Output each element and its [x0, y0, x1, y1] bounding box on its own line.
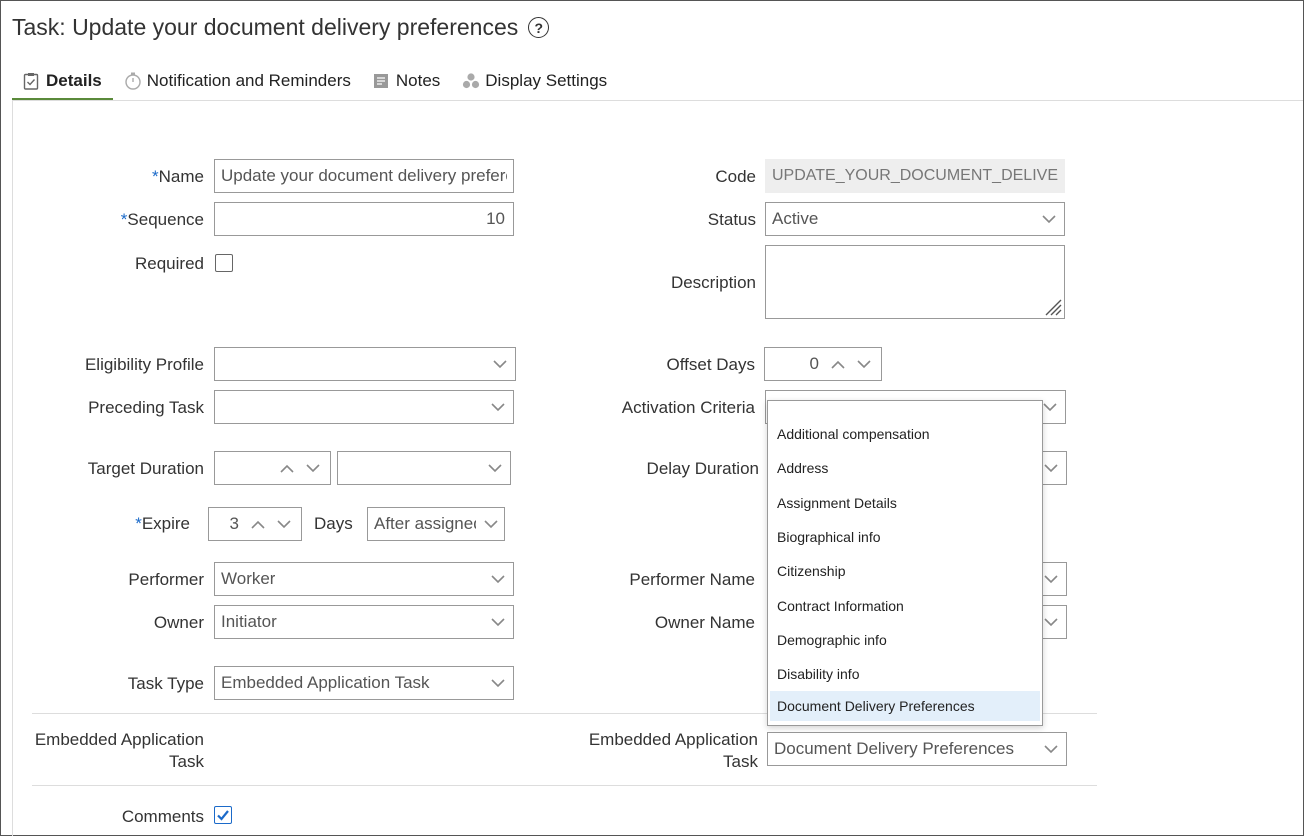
code-field: UPDATE_YOUR_DOCUMENT_DELIVERY [765, 159, 1065, 193]
chevron-down-icon [489, 570, 507, 588]
name-label: *Name [152, 167, 204, 186]
comments-label: Comments [121, 807, 204, 826]
content-border [12, 101, 13, 836]
help-icon[interactable]: ? [528, 17, 550, 38]
list-item[interactable]: Biographical info [768, 520, 1042, 554]
tab-notes[interactable]: Notes [362, 62, 451, 100]
chevron-down-icon [482, 515, 500, 533]
embedded-application-task-label: Embedded Application Task [34, 730, 204, 771]
decrement-icon[interactable] [275, 515, 293, 533]
expire-days-label: Days [314, 514, 353, 533]
chevron-down-icon [489, 398, 507, 416]
owner-label: Owner [153, 613, 204, 632]
chevron-down-icon [1042, 570, 1060, 588]
list-item-selected[interactable]: Document Delivery Preferences [770, 691, 1040, 722]
window-frame [0, 0, 1304, 836]
expire-stepper[interactable]: 3 [208, 507, 302, 541]
offset-days-label: Offset Days [666, 355, 756, 374]
performer-select[interactable]: Worker [214, 562, 514, 596]
target-duration-unit-select[interactable] [337, 451, 511, 485]
increment-icon[interactable] [278, 459, 296, 477]
task-type-select[interactable]: Embedded Application Task [214, 666, 514, 700]
list-item[interactable]: Citizenship [768, 554, 1042, 588]
code-label: Code [715, 167, 756, 186]
eligibility-profile-select[interactable] [214, 347, 516, 381]
list-item[interactable]: Assignment Details [768, 486, 1042, 520]
status-select[interactable]: Active [765, 202, 1065, 236]
name-input[interactable]: Update your document delivery prefere [214, 159, 514, 193]
tab-details[interactable]: Details [12, 62, 113, 101]
expire-when-select[interactable]: After assigned [367, 507, 505, 541]
owner-name-label: Owner Name [654, 613, 755, 632]
owner-select[interactable]: Initiator [214, 605, 514, 639]
preceding-task-select[interactable] [214, 390, 514, 424]
sequence-input[interactable]: 10 [214, 202, 514, 236]
target-duration-label: Target Duration [87, 459, 204, 478]
tab-display-settings[interactable]: Display Settings [451, 62, 618, 100]
chevron-down-icon [1041, 398, 1059, 416]
sequence-label: *Sequence [120, 210, 204, 229]
decrement-icon[interactable] [855, 355, 873, 373]
expire-label: *Expire [135, 514, 190, 533]
section-divider [32, 785, 1097, 786]
decrement-icon[interactable] [304, 459, 322, 477]
increment-icon[interactable] [249, 515, 267, 533]
chevron-down-icon [1042, 740, 1060, 758]
delay-duration-label: Delay Duration [646, 459, 759, 478]
tabs-divider [12, 100, 1303, 101]
checkmark-icon [217, 810, 229, 821]
page-title: Task: Update your document delivery pref… [12, 14, 550, 41]
list-item[interactable]: Contract Information [768, 588, 1042, 622]
description-label: Description [670, 273, 756, 292]
activation-criteria-label: Activation Criteria [621, 398, 755, 417]
performer-label: Performer [128, 570, 204, 589]
required-label: Required [135, 254, 204, 273]
embedded-application-task-right-label: Embedded Application Task [588, 730, 758, 771]
list-item[interactable]: Additional compensation [768, 417, 1042, 451]
notes-icon [373, 72, 389, 90]
chevron-down-icon [1042, 613, 1060, 631]
display-settings-icon [462, 72, 480, 90]
status-label: Status [707, 210, 756, 229]
eligibility-profile-label: Eligibility Profile [84, 355, 204, 374]
target-duration-stepper[interactable] [214, 451, 331, 485]
chevron-down-icon [489, 613, 507, 631]
increment-icon[interactable] [829, 355, 847, 373]
performer-name-label: Performer Name [629, 570, 755, 589]
chevron-down-icon [489, 674, 507, 692]
tab-bar: Details Notification and Reminders Notes… [12, 62, 618, 101]
tab-notification-and-reminders[interactable]: Notification and Reminders [113, 62, 362, 100]
resize-grip-icon[interactable] [1042, 296, 1062, 316]
chevron-down-icon [1040, 210, 1058, 228]
activation-criteria-listbox: Additional compensation Address Assignme… [767, 400, 1043, 726]
chevron-down-icon [1042, 459, 1060, 477]
offset-days-stepper[interactable]: 0 [764, 347, 882, 381]
task-type-label: Task Type [127, 674, 204, 693]
chevron-down-icon [491, 355, 509, 373]
embedded-application-task-select[interactable]: Document Delivery Preferences [767, 732, 1067, 766]
description-textarea[interactable] [765, 245, 1065, 319]
required-checkbox[interactable] [215, 254, 233, 272]
clipboard-icon [23, 72, 39, 90]
comments-checkbox[interactable] [214, 806, 232, 824]
chevron-down-icon [486, 459, 504, 477]
list-item[interactable]: Demographic info [768, 623, 1042, 657]
stopwatch-icon [124, 72, 141, 90]
list-item[interactable]: Address [768, 451, 1042, 485]
preceding-task-label: Preceding Task [88, 398, 204, 417]
list-item[interactable]: Disability info [768, 657, 1042, 691]
